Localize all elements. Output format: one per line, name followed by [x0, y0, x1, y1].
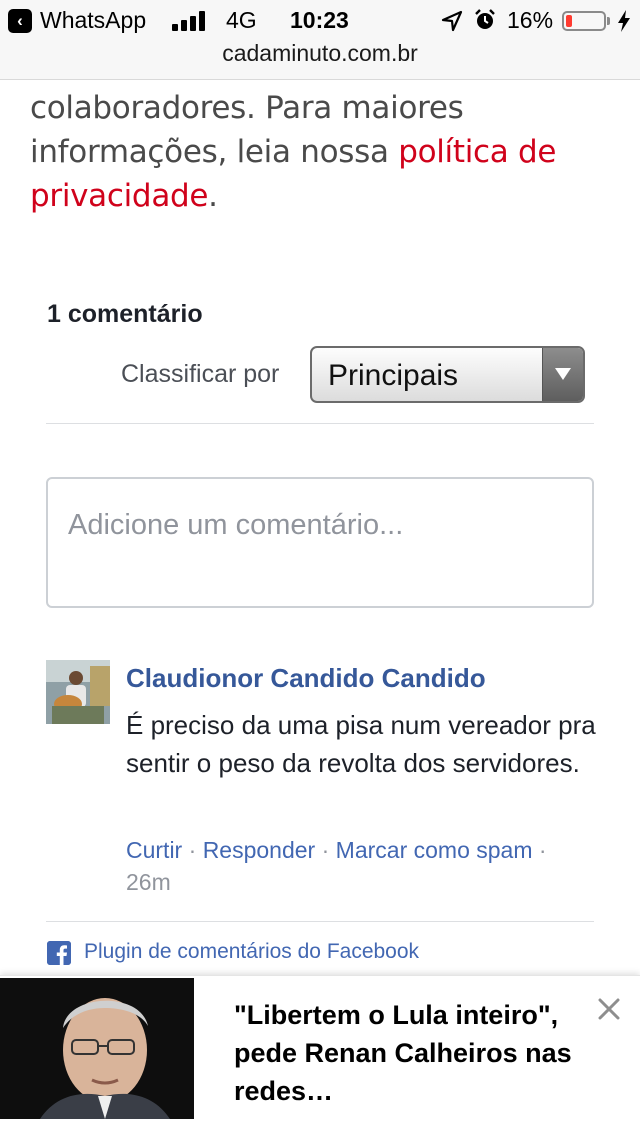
battery-percent: 16%	[507, 7, 554, 33]
ad-banner[interactable]: "Libertem o Lula inteiro", pede Renan Ca…	[0, 975, 640, 1137]
add-comment-input[interactable]	[46, 477, 594, 608]
article-paragraph: colaboradores. Para maiores informações,…	[30, 86, 610, 218]
alarm-clock-icon	[475, 9, 495, 29]
article-text-end: .	[208, 178, 218, 214]
close-icon[interactable]	[596, 996, 622, 1022]
comment-timestamp[interactable]: 26m	[126, 866, 596, 898]
comment-author-link[interactable]: Claudionor Candido Candido	[126, 663, 486, 694]
comment-text: É preciso da uma pisa num vereador pra s…	[126, 710, 596, 778]
battery-cap	[607, 17, 610, 25]
sort-dropdown[interactable]: Principais	[310, 346, 585, 403]
comment-actions: Curtir · Responder · Marcar como spam · …	[126, 834, 596, 898]
battery-level-fill	[566, 15, 572, 27]
triangle-down-icon	[555, 368, 571, 380]
sort-label: Classificar por	[121, 360, 280, 388]
facebook-logo-icon[interactable]	[47, 941, 71, 965]
lightning-bolt-icon	[618, 10, 630, 32]
battery-icon	[562, 11, 606, 31]
divider	[46, 921, 594, 922]
banner-photo[interactable]	[0, 978, 194, 1119]
divider	[46, 423, 594, 424]
banner-headline[interactable]: "Libertem o Lula inteiro", pede Renan Ca…	[234, 996, 574, 1110]
avatar[interactable]	[46, 660, 110, 724]
address-bar-url[interactable]: cadaminuto.com.br	[0, 40, 640, 67]
status-row: ‹ WhatsApp 4G 10:23 16%	[0, 6, 640, 36]
reply-link[interactable]: Responder	[203, 837, 316, 863]
action-separator: ·	[532, 837, 547, 863]
sort-selected-value: Principais	[328, 359, 459, 392]
network-type: 4G	[226, 7, 257, 33]
like-link[interactable]: Curtir	[126, 837, 182, 863]
facebook-plugin-link[interactable]: Plugin de comentários do Facebook	[84, 940, 419, 964]
comment-count: 1 comentário	[47, 300, 203, 328]
signal-bars-icon	[172, 11, 206, 31]
mark-spam-link[interactable]: Marcar como spam	[336, 837, 533, 863]
status-bar: ‹ WhatsApp 4G 10:23 16% cadaminuto.com.b…	[0, 0, 640, 80]
action-separator: ·	[182, 837, 203, 863]
back-arrow-icon[interactable]: ‹	[8, 9, 32, 33]
dropdown-button[interactable]	[542, 348, 583, 401]
back-app-label[interactable]: WhatsApp	[40, 7, 146, 34]
clock: 10:23	[290, 7, 349, 33]
location-arrow-icon	[441, 10, 463, 32]
action-separator: ·	[315, 837, 336, 863]
